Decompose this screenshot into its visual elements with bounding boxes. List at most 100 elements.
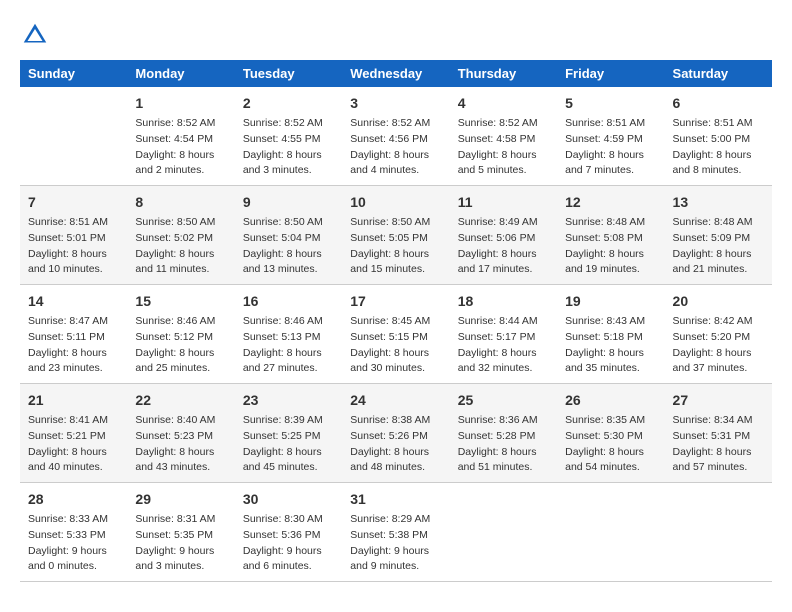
day-number: 11 bbox=[458, 192, 549, 213]
calendar-cell: 7Sunrise: 8:51 AM Sunset: 5:01 PM Daylig… bbox=[20, 186, 127, 285]
day-info: Sunrise: 8:45 AM Sunset: 5:15 PM Dayligh… bbox=[350, 314, 441, 377]
day-number: 12 bbox=[565, 192, 656, 213]
column-header-monday: Monday bbox=[127, 60, 234, 87]
calendar-cell: 24Sunrise: 8:38 AM Sunset: 5:26 PM Dayli… bbox=[342, 384, 449, 483]
calendar-cell: 26Sunrise: 8:35 AM Sunset: 5:30 PM Dayli… bbox=[557, 384, 664, 483]
day-info: Sunrise: 8:49 AM Sunset: 5:06 PM Dayligh… bbox=[458, 215, 549, 278]
day-info: Sunrise: 8:31 AM Sunset: 5:35 PM Dayligh… bbox=[135, 512, 226, 575]
day-number: 15 bbox=[135, 291, 226, 312]
day-info: Sunrise: 8:43 AM Sunset: 5:18 PM Dayligh… bbox=[565, 314, 656, 377]
logo-icon bbox=[20, 20, 50, 50]
calendar-cell: 13Sunrise: 8:48 AM Sunset: 5:09 PM Dayli… bbox=[665, 186, 772, 285]
day-number: 3 bbox=[350, 93, 441, 114]
day-number: 19 bbox=[565, 291, 656, 312]
calendar-cell: 3Sunrise: 8:52 AM Sunset: 4:56 PM Daylig… bbox=[342, 87, 449, 186]
calendar-cell: 11Sunrise: 8:49 AM Sunset: 5:06 PM Dayli… bbox=[450, 186, 557, 285]
day-info: Sunrise: 8:47 AM Sunset: 5:11 PM Dayligh… bbox=[28, 314, 119, 377]
day-info: Sunrise: 8:50 AM Sunset: 5:05 PM Dayligh… bbox=[350, 215, 441, 278]
calendar-cell: 17Sunrise: 8:45 AM Sunset: 5:15 PM Dayli… bbox=[342, 285, 449, 384]
day-number: 14 bbox=[28, 291, 119, 312]
day-info: Sunrise: 8:52 AM Sunset: 4:56 PM Dayligh… bbox=[350, 116, 441, 179]
calendar-week-row: 7Sunrise: 8:51 AM Sunset: 5:01 PM Daylig… bbox=[20, 186, 772, 285]
day-info: Sunrise: 8:35 AM Sunset: 5:30 PM Dayligh… bbox=[565, 413, 656, 476]
day-info: Sunrise: 8:50 AM Sunset: 5:04 PM Dayligh… bbox=[243, 215, 334, 278]
calendar-cell bbox=[450, 483, 557, 582]
column-header-friday: Friday bbox=[557, 60, 664, 87]
calendar-cell: 30Sunrise: 8:30 AM Sunset: 5:36 PM Dayli… bbox=[235, 483, 342, 582]
day-number: 22 bbox=[135, 390, 226, 411]
day-info: Sunrise: 8:38 AM Sunset: 5:26 PM Dayligh… bbox=[350, 413, 441, 476]
calendar-week-row: 21Sunrise: 8:41 AM Sunset: 5:21 PM Dayli… bbox=[20, 384, 772, 483]
day-info: Sunrise: 8:29 AM Sunset: 5:38 PM Dayligh… bbox=[350, 512, 441, 575]
calendar-cell: 12Sunrise: 8:48 AM Sunset: 5:08 PM Dayli… bbox=[557, 186, 664, 285]
day-number: 7 bbox=[28, 192, 119, 213]
day-info: Sunrise: 8:40 AM Sunset: 5:23 PM Dayligh… bbox=[135, 413, 226, 476]
calendar-header-row: SundayMondayTuesdayWednesdayThursdayFrid… bbox=[20, 60, 772, 87]
day-number: 10 bbox=[350, 192, 441, 213]
day-info: Sunrise: 8:41 AM Sunset: 5:21 PM Dayligh… bbox=[28, 413, 119, 476]
day-number: 4 bbox=[458, 93, 549, 114]
day-number: 23 bbox=[243, 390, 334, 411]
day-number: 9 bbox=[243, 192, 334, 213]
day-number: 8 bbox=[135, 192, 226, 213]
day-number: 6 bbox=[673, 93, 764, 114]
calendar-cell: 1Sunrise: 8:52 AM Sunset: 4:54 PM Daylig… bbox=[127, 87, 234, 186]
day-info: Sunrise: 8:46 AM Sunset: 5:13 PM Dayligh… bbox=[243, 314, 334, 377]
logo bbox=[20, 20, 52, 50]
calendar-cell: 27Sunrise: 8:34 AM Sunset: 5:31 PM Dayli… bbox=[665, 384, 772, 483]
calendar-cell: 15Sunrise: 8:46 AM Sunset: 5:12 PM Dayli… bbox=[127, 285, 234, 384]
day-number: 27 bbox=[673, 390, 764, 411]
calendar-cell: 20Sunrise: 8:42 AM Sunset: 5:20 PM Dayli… bbox=[665, 285, 772, 384]
day-number: 25 bbox=[458, 390, 549, 411]
calendar-cell: 2Sunrise: 8:52 AM Sunset: 4:55 PM Daylig… bbox=[235, 87, 342, 186]
calendar-cell: 21Sunrise: 8:41 AM Sunset: 5:21 PM Dayli… bbox=[20, 384, 127, 483]
calendar-cell: 25Sunrise: 8:36 AM Sunset: 5:28 PM Dayli… bbox=[450, 384, 557, 483]
day-number: 1 bbox=[135, 93, 226, 114]
day-info: Sunrise: 8:33 AM Sunset: 5:33 PM Dayligh… bbox=[28, 512, 119, 575]
day-info: Sunrise: 8:51 AM Sunset: 5:01 PM Dayligh… bbox=[28, 215, 119, 278]
calendar-cell: 29Sunrise: 8:31 AM Sunset: 5:35 PM Dayli… bbox=[127, 483, 234, 582]
day-info: Sunrise: 8:36 AM Sunset: 5:28 PM Dayligh… bbox=[458, 413, 549, 476]
day-number: 26 bbox=[565, 390, 656, 411]
day-number: 28 bbox=[28, 489, 119, 510]
day-info: Sunrise: 8:51 AM Sunset: 4:59 PM Dayligh… bbox=[565, 116, 656, 179]
day-number: 20 bbox=[673, 291, 764, 312]
calendar-cell bbox=[557, 483, 664, 582]
page-header bbox=[20, 20, 772, 50]
day-number: 5 bbox=[565, 93, 656, 114]
day-info: Sunrise: 8:48 AM Sunset: 5:08 PM Dayligh… bbox=[565, 215, 656, 278]
day-info: Sunrise: 8:50 AM Sunset: 5:02 PM Dayligh… bbox=[135, 215, 226, 278]
calendar-cell: 5Sunrise: 8:51 AM Sunset: 4:59 PM Daylig… bbox=[557, 87, 664, 186]
column-header-wednesday: Wednesday bbox=[342, 60, 449, 87]
calendar-cell: 31Sunrise: 8:29 AM Sunset: 5:38 PM Dayli… bbox=[342, 483, 449, 582]
day-number: 2 bbox=[243, 93, 334, 114]
column-header-tuesday: Tuesday bbox=[235, 60, 342, 87]
day-info: Sunrise: 8:46 AM Sunset: 5:12 PM Dayligh… bbox=[135, 314, 226, 377]
day-info: Sunrise: 8:52 AM Sunset: 4:55 PM Dayligh… bbox=[243, 116, 334, 179]
day-info: Sunrise: 8:30 AM Sunset: 5:36 PM Dayligh… bbox=[243, 512, 334, 575]
calendar-cell: 16Sunrise: 8:46 AM Sunset: 5:13 PM Dayli… bbox=[235, 285, 342, 384]
calendar-cell bbox=[20, 87, 127, 186]
column-header-thursday: Thursday bbox=[450, 60, 557, 87]
calendar-cell: 8Sunrise: 8:50 AM Sunset: 5:02 PM Daylig… bbox=[127, 186, 234, 285]
day-number: 21 bbox=[28, 390, 119, 411]
calendar-cell: 14Sunrise: 8:47 AM Sunset: 5:11 PM Dayli… bbox=[20, 285, 127, 384]
day-info: Sunrise: 8:52 AM Sunset: 4:58 PM Dayligh… bbox=[458, 116, 549, 179]
calendar-cell: 23Sunrise: 8:39 AM Sunset: 5:25 PM Dayli… bbox=[235, 384, 342, 483]
day-number: 16 bbox=[243, 291, 334, 312]
day-number: 29 bbox=[135, 489, 226, 510]
column-header-saturday: Saturday bbox=[665, 60, 772, 87]
calendar-week-row: 28Sunrise: 8:33 AM Sunset: 5:33 PM Dayli… bbox=[20, 483, 772, 582]
day-info: Sunrise: 8:48 AM Sunset: 5:09 PM Dayligh… bbox=[673, 215, 764, 278]
calendar-cell: 10Sunrise: 8:50 AM Sunset: 5:05 PM Dayli… bbox=[342, 186, 449, 285]
day-number: 24 bbox=[350, 390, 441, 411]
calendar-table: SundayMondayTuesdayWednesdayThursdayFrid… bbox=[20, 60, 772, 582]
calendar-cell: 6Sunrise: 8:51 AM Sunset: 5:00 PM Daylig… bbox=[665, 87, 772, 186]
calendar-week-row: 14Sunrise: 8:47 AM Sunset: 5:11 PM Dayli… bbox=[20, 285, 772, 384]
calendar-cell: 28Sunrise: 8:33 AM Sunset: 5:33 PM Dayli… bbox=[20, 483, 127, 582]
calendar-cell: 22Sunrise: 8:40 AM Sunset: 5:23 PM Dayli… bbox=[127, 384, 234, 483]
day-info: Sunrise: 8:52 AM Sunset: 4:54 PM Dayligh… bbox=[135, 116, 226, 179]
day-info: Sunrise: 8:39 AM Sunset: 5:25 PM Dayligh… bbox=[243, 413, 334, 476]
day-info: Sunrise: 8:34 AM Sunset: 5:31 PM Dayligh… bbox=[673, 413, 764, 476]
day-number: 30 bbox=[243, 489, 334, 510]
